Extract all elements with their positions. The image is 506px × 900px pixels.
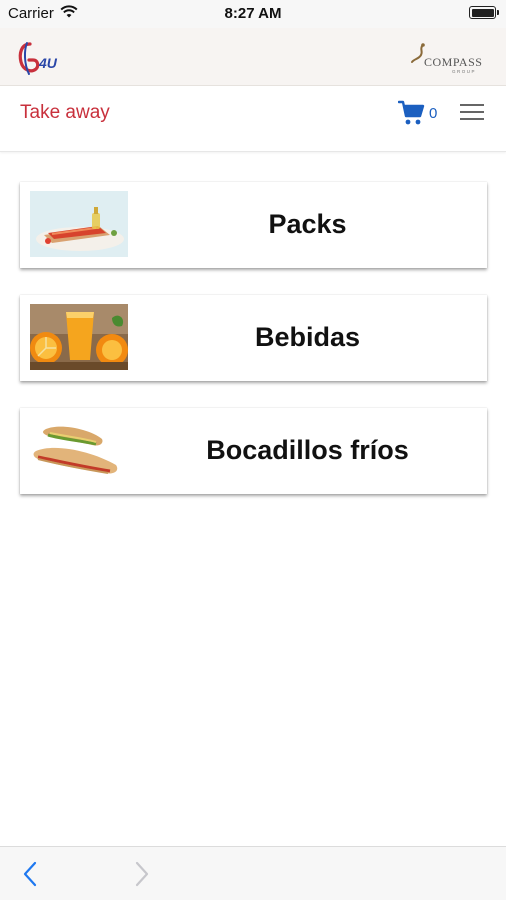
category-label: Bocadillos fríos bbox=[206, 435, 409, 465]
compass-logo-subtext: GROUP bbox=[452, 69, 476, 74]
status-bar: Carrier 8:27 AM bbox=[0, 0, 506, 28]
cart-count-badge: 0 bbox=[429, 104, 438, 122]
g4u-logo-text: 4U bbox=[38, 55, 58, 71]
toast-with-oil-image bbox=[30, 191, 128, 257]
sandwich-image bbox=[30, 417, 128, 483]
chevron-right-icon[interactable] bbox=[134, 861, 150, 892]
hamburger-menu-icon[interactable] bbox=[460, 104, 484, 122]
page-title: Take away bbox=[20, 102, 110, 123]
g4u-logo: 4U bbox=[18, 42, 58, 75]
category-label: Packs bbox=[268, 209, 347, 239]
orange-juice-image bbox=[30, 304, 128, 370]
category-label: Bebidas bbox=[254, 322, 361, 352]
category-card-bebidas[interactable]: Bebidas bbox=[20, 295, 487, 381]
battery-icon bbox=[469, 6, 499, 19]
shopping-cart-icon bbox=[398, 100, 425, 125]
nav-bar: Take away 0 bbox=[0, 86, 506, 152]
cart-button[interactable]: 0 bbox=[398, 98, 437, 128]
brand-bar: 4U COMPASS GROUP bbox=[0, 28, 506, 86]
clock: 8:27 AM bbox=[224, 5, 282, 22]
chevron-left-icon[interactable] bbox=[22, 861, 38, 892]
bottom-toolbar bbox=[0, 846, 506, 900]
compass-logo-text: COMPASS bbox=[424, 55, 482, 69]
category-card-bocadillos[interactable]: Bocadillos fríos bbox=[20, 408, 487, 494]
compass-group-logo: COMPASS GROUP bbox=[411, 43, 482, 74]
category-card-packs[interactable]: Packs bbox=[20, 182, 487, 268]
